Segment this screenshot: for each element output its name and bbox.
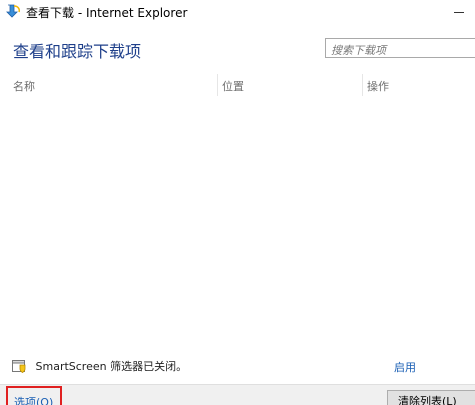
column-divider: [217, 74, 218, 96]
column-header-row: 名称 位置 操作: [0, 74, 475, 96]
title-bar: 查看下载 - Internet Explorer: [0, 0, 475, 26]
search-input[interactable]: [326, 41, 471, 60]
column-actions[interactable]: 操作: [367, 78, 389, 94]
enable-smartscreen-link[interactable]: 启用: [394, 359, 416, 375]
column-name[interactable]: 名称: [13, 78, 35, 94]
ie-download-icon: [5, 3, 21, 19]
smartscreen-text: SmartScreen 筛选器已关闭。: [35, 360, 188, 373]
downloads-list: [0, 96, 475, 346]
page-title: 查看和跟踪下载项: [13, 42, 142, 61]
minimize-button[interactable]: [445, 0, 475, 26]
search-box[interactable]: [325, 38, 475, 60]
column-divider: [362, 74, 363, 96]
options-link[interactable]: 选项(O): [6, 386, 62, 405]
smartscreen-status: SmartScreen 筛选器已关闭。: [12, 358, 187, 376]
clear-list-button[interactable]: 清除列表(L): [387, 390, 475, 405]
smartscreen-shield-icon: [12, 359, 26, 373]
window-title: 查看下载 - Internet Explorer: [26, 6, 188, 20]
column-location[interactable]: 位置: [222, 78, 244, 94]
view-downloads-window: 查看下载 - Internet Explorer 查看和跟踪下载项 名称 位置 …: [0, 0, 475, 405]
